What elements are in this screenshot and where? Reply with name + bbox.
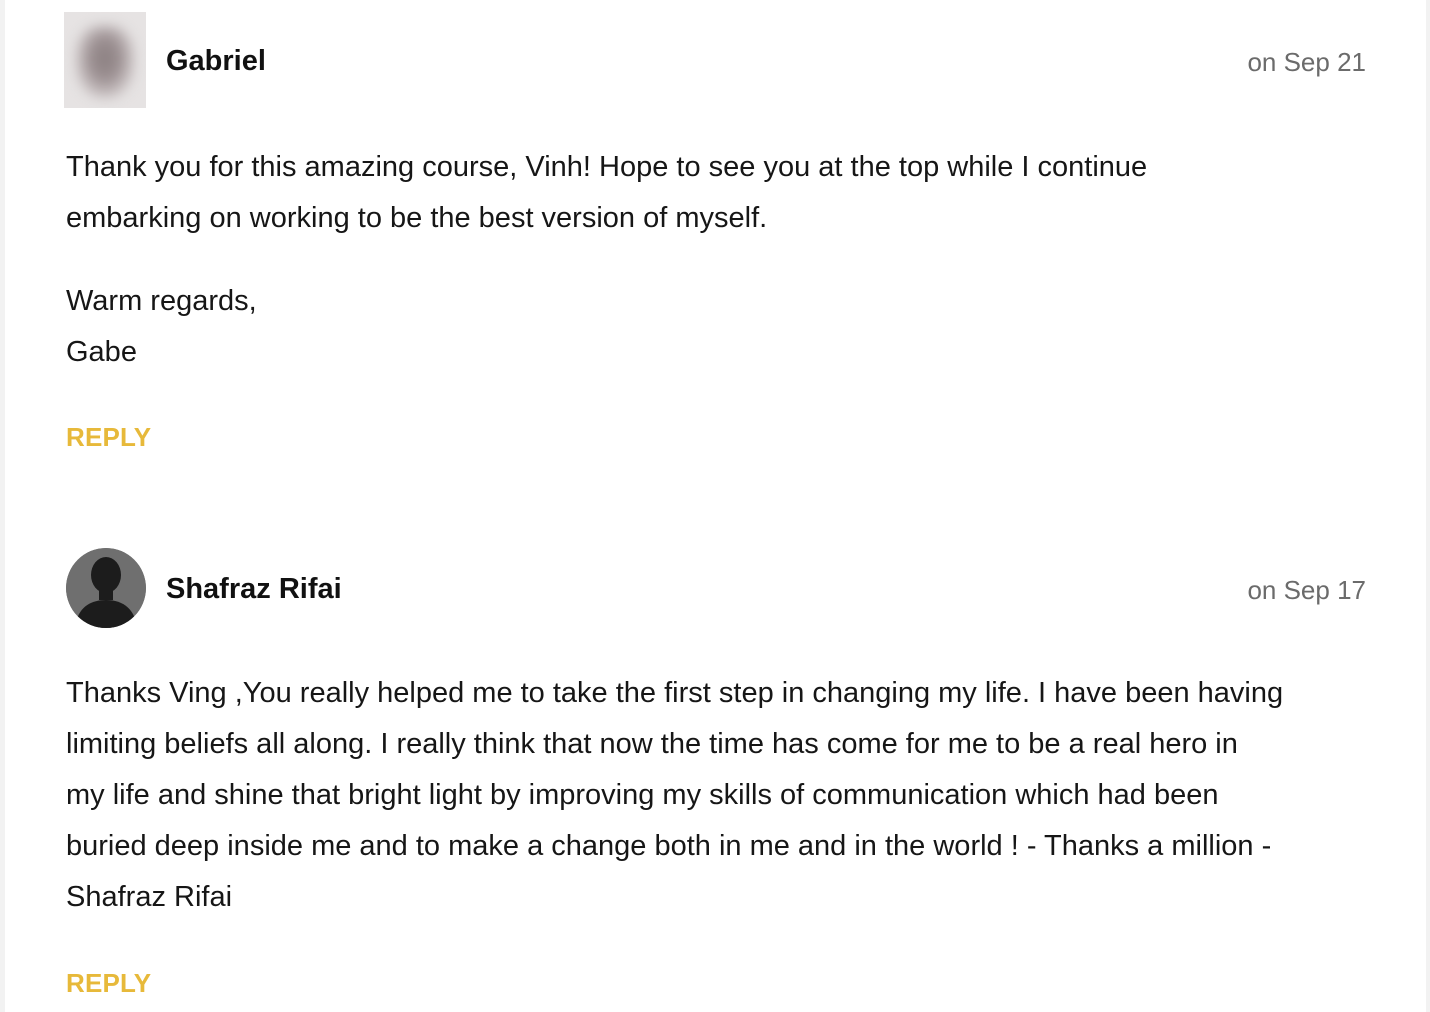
reply-button[interactable]: REPLY [66, 970, 151, 996]
comment-gabriel: Gabriel on Sep 21 Thank you for this ama… [64, 12, 1366, 450]
comment-date: on Sep 17 [1247, 575, 1366, 605]
comment-line: my life and shine that bright light by i… [66, 779, 1219, 811]
signoff-line: Warm regards, [66, 285, 257, 317]
comment-date: on Sep 21 [1247, 47, 1366, 77]
signoff-line: Gabe [66, 336, 137, 368]
comment-shafraz-rifai: Shafraz Rifai on Sep 17 Thanks Ving ,You… [66, 548, 1366, 996]
comment-body: Thank you for this amazing course, Vinh!… [66, 142, 1147, 244]
comment-signoff: Warm regards, Gabe [66, 276, 257, 378]
comment-line: buried deep inside me and to make a chan… [66, 830, 1272, 862]
comment-line: Shafraz Rifai [66, 881, 233, 913]
reply-button[interactable]: REPLY [66, 424, 151, 450]
comment-author[interactable]: Shafraz Rifai [166, 575, 342, 604]
avatar[interactable] [64, 12, 146, 108]
page-left-edge [0, 0, 5, 1012]
blurred-photo-avatar-icon [76, 26, 134, 98]
comment-line: Thank you for this amazing course, Vinh!… [66, 151, 1148, 183]
page-right-edge [1426, 0, 1430, 1012]
comment-author[interactable]: Gabriel [166, 47, 266, 76]
comment-header: Shafraz Rifai on Sep 17 [66, 548, 1366, 644]
comment-line: embarking on working to be the best vers… [66, 202, 768, 234]
default-user-avatar-icon [66, 548, 146, 628]
comment-line: Thanks Ving ,You really helped me to tak… [66, 677, 1284, 709]
comment-line: limiting beliefs all along. I really thi… [66, 728, 1238, 760]
comment-body: Thanks Ving ,You really helped me to tak… [66, 668, 1283, 923]
avatar[interactable] [66, 548, 146, 628]
comment-header: Gabriel on Sep 21 [64, 12, 1366, 108]
